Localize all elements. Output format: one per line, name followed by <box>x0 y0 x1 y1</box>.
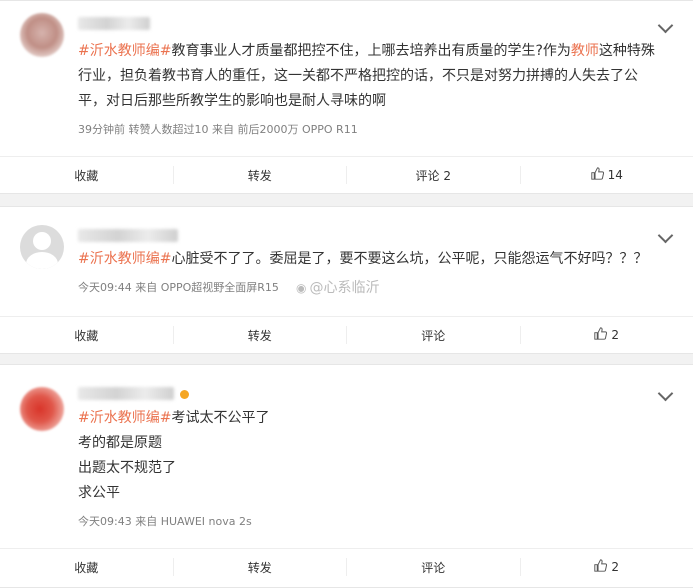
comment-text-part: 心脏受不了了。委屈是了，要不要这么坑，公平呢，只能怨运气不好吗？？？ <box>171 251 647 267</box>
comment-line: 出题太不规范了 <box>78 456 665 481</box>
comment-label: 评论 <box>421 559 445 576</box>
hashtag-link[interactable]: #沂水教师编# <box>78 410 171 426</box>
collect-label: 收藏 <box>74 327 98 344</box>
repost-button[interactable]: 转发 <box>174 558 348 576</box>
username[interactable] <box>78 17 150 30</box>
keyword-link[interactable]: 教师 <box>571 43 599 59</box>
like-button[interactable]: 2 <box>521 326 693 344</box>
repost-button[interactable]: 转发 <box>174 326 348 344</box>
collect-label: 收藏 <box>74 559 98 576</box>
comment-meta: 今天09:44 来自 OPPO超视野全面屏R15 <box>78 279 279 295</box>
comment-meta: 今天09:43 来自 HUAWEI nova 2s <box>78 513 252 529</box>
like-count: 2 <box>611 328 619 342</box>
comment-text-part: 考试太不公平了 <box>171 410 269 426</box>
comment-text: #沂水教师编#考试太不公平了 考的都是原题 出题太不规范了 求公平 <box>78 406 665 506</box>
comment-line: 求公平 <box>78 481 665 506</box>
like-button[interactable]: 2 <box>521 558 693 576</box>
chevron-down-icon[interactable] <box>658 18 674 34</box>
chevron-down-icon[interactable] <box>658 386 674 402</box>
username[interactable] <box>78 387 174 400</box>
comment-button[interactable]: 评论 <box>347 558 521 576</box>
comment-button[interactable]: 评论 <box>347 326 521 344</box>
hashtag-link[interactable]: #沂水教师编# <box>78 43 171 59</box>
hashtag-link[interactable]: #沂水教师编# <box>78 251 171 267</box>
repost-label: 转发 <box>248 327 272 344</box>
like-count: 14 <box>608 168 623 182</box>
watermark: ◉@心系临沂 <box>296 277 379 297</box>
repost-button[interactable]: 转发 <box>174 166 348 184</box>
username[interactable] <box>78 229 178 242</box>
action-bar: 收藏 转发 评论 2 <box>0 548 693 585</box>
comment-text-part: 教育事业人才质量都把控不住，上哪去培养出有质量的学生?作为 <box>171 43 570 59</box>
weibo-icon: ◉ <box>296 281 306 295</box>
comment-text: #沂水教师编#心脏受不了了。委屈是了，要不要这么坑，公平呢，只能怨运气不好吗？？… <box>78 247 665 272</box>
collect-button[interactable]: 收藏 <box>0 558 174 576</box>
repost-label: 转发 <box>248 167 272 184</box>
comment-meta: 39分钟前 转赞人数超过10 来自 前后2000万 OPPO R11 <box>78 121 358 137</box>
collect-button[interactable]: 收藏 <box>0 166 174 184</box>
comment-card: #沂水教师编#教育事业人才质量都把控不住，上哪去培养出有质量的学生?作为教师这种… <box>0 0 693 194</box>
comment-label: 评论 <box>421 327 445 344</box>
thumbs-up-icon <box>594 559 607 575</box>
verified-badge-icon <box>180 390 189 399</box>
avatar[interactable] <box>20 13 64 57</box>
thumbs-up-icon <box>591 167 604 183</box>
comment-card: #沂水教师编#心脏受不了了。委屈是了，要不要这么坑，公平呢，只能怨运气不好吗？？… <box>0 206 693 354</box>
avatar[interactable] <box>20 225 64 269</box>
comment-button[interactable]: 评论 2 <box>347 166 521 184</box>
like-count: 2 <box>611 560 619 574</box>
repost-label: 转发 <box>248 559 272 576</box>
comment-line: 考的都是原题 <box>78 431 665 456</box>
collect-label: 收藏 <box>74 167 98 184</box>
collect-button[interactable]: 收藏 <box>0 326 174 344</box>
chevron-down-icon[interactable] <box>658 228 674 244</box>
action-bar: 收藏 转发 评论 2 14 <box>0 156 693 193</box>
like-button[interactable]: 14 <box>521 166 693 184</box>
thumbs-up-icon <box>594 327 607 343</box>
avatar[interactable] <box>20 387 64 431</box>
comment-text: #沂水教师编#教育事业人才质量都把控不住，上哪去培养出有质量的学生?作为教师这种… <box>78 39 665 114</box>
comment-label: 评论 2 <box>416 167 451 184</box>
action-bar: 收藏 转发 评论 2 <box>0 316 693 353</box>
comment-card: #沂水教师编#考试太不公平了 考的都是原题 出题太不规范了 求公平 今天09:4… <box>0 364 693 588</box>
watermark-text: @心系临沂 <box>309 280 379 296</box>
